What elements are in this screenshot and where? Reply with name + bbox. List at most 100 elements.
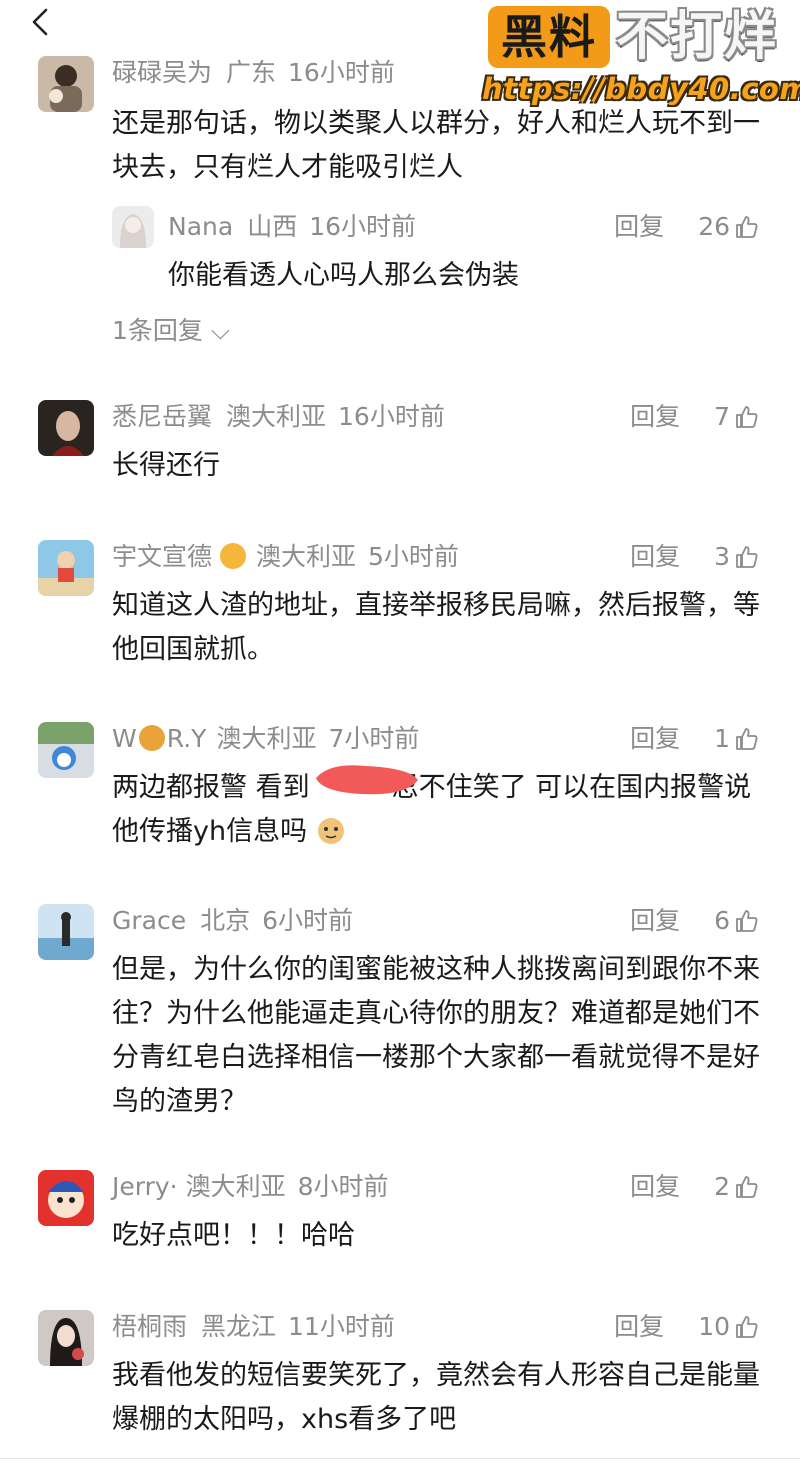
redaction-mark bbox=[316, 765, 418, 795]
username-part: R.Y bbox=[166, 724, 207, 753]
username-text: 宇文宣德 bbox=[112, 542, 213, 571]
comment-meta: Grace 北京 6小时前 bbox=[112, 904, 353, 938]
like-button[interactable]: 6 bbox=[714, 904, 760, 938]
avatar[interactable] bbox=[38, 722, 94, 778]
comment-meta: W R.Y 澳大利亚 7小时前 bbox=[112, 722, 419, 756]
like-button[interactable]: 26 bbox=[698, 210, 760, 244]
username[interactable]: 梧桐雨 bbox=[112, 1312, 187, 1341]
comment-text: 吃好点吧！！！哈哈 bbox=[112, 1220, 355, 1251]
comment-actions: 回复 1 bbox=[630, 722, 760, 756]
avatar[interactable] bbox=[38, 540, 94, 596]
comment-actions: 回复 2 bbox=[630, 1170, 760, 1204]
comment-actions: 回复 3 bbox=[630, 540, 760, 574]
comment-meta: 宇文宣德 澳大利亚 5小时前 bbox=[112, 540, 459, 574]
comment-text: 还是那句话，物以类聚人以群分，好人和烂人玩不到一块去，只有烂人才能吸引烂人 bbox=[112, 108, 760, 183]
username[interactable]: 宇文宣德 bbox=[112, 542, 246, 571]
thumbs-up-icon bbox=[736, 728, 758, 750]
thumbs-up-icon bbox=[736, 1176, 758, 1198]
comment-text: 长得还行 bbox=[112, 450, 220, 481]
avatar[interactable] bbox=[38, 904, 94, 960]
reply-button[interactable]: 回复 bbox=[630, 402, 680, 431]
region: 澳大利亚 bbox=[255, 542, 356, 571]
timestamp: 5小时前 bbox=[367, 542, 459, 571]
comment-actions: 回复 7 bbox=[630, 400, 760, 434]
thumbs-up-icon bbox=[736, 546, 758, 568]
comment-meta: 梧桐雨 黑龙江 11小时前 bbox=[112, 1310, 395, 1344]
username[interactable]: Jerry· bbox=[112, 1172, 178, 1201]
watermark-badge: 黑料 bbox=[488, 6, 610, 68]
timestamp: 16小时前 bbox=[338, 402, 445, 431]
chevron-down-icon: ⌵ bbox=[210, 316, 230, 345]
reply-region: 山西 bbox=[247, 212, 298, 241]
timestamp: 6小时前 bbox=[262, 906, 354, 935]
username-part: W bbox=[112, 724, 137, 753]
region: 澳大利亚 bbox=[226, 402, 327, 431]
like-count: 3 bbox=[714, 542, 730, 571]
thumbs-up-icon bbox=[736, 1316, 758, 1338]
comment-text: 知道这人渣的地址，直接举报移民局嘛，然后报警，等他回国就抓。 bbox=[112, 590, 760, 665]
like-count: 10 bbox=[698, 1312, 730, 1341]
region: 广东 bbox=[226, 58, 277, 87]
reply-meta: Nana 山西 16小时前 bbox=[168, 210, 416, 244]
expand-label: 1条回复 bbox=[112, 316, 203, 345]
region: 澳大利亚 bbox=[185, 1172, 286, 1201]
avatar[interactable] bbox=[38, 56, 94, 112]
comment-text: 我看他发的短信要笑死了，竟然会有人形容自己是能量爆棚的太阳吗，xhs看多了吧 bbox=[112, 1360, 760, 1435]
watermark-title: 不打烊 bbox=[616, 7, 779, 67]
doge-emoji-icon bbox=[316, 815, 346, 845]
reply-button[interactable]: 回复 bbox=[630, 906, 680, 935]
region: 黑龙江 bbox=[201, 1312, 277, 1341]
like-button[interactable]: 7 bbox=[714, 400, 760, 434]
timestamp: 8小时前 bbox=[297, 1172, 389, 1201]
reply-button[interactable]: 回复 bbox=[614, 212, 664, 241]
username[interactable]: 碌碌吴为 bbox=[112, 58, 212, 87]
reply-button[interactable]: 回复 bbox=[630, 1172, 680, 1201]
avatar[interactable] bbox=[38, 1310, 94, 1366]
username[interactable]: W R.Y bbox=[112, 724, 206, 753]
username[interactable]: 悉尼岳翼 bbox=[112, 402, 212, 431]
like-count: 26 bbox=[698, 212, 730, 241]
like-count: 1 bbox=[714, 724, 730, 753]
reply-text: 你能看透人心吗人那么会伪装 bbox=[168, 260, 519, 291]
reply-actions: 回复 26 bbox=[614, 210, 760, 244]
reply-button[interactable]: 回复 bbox=[614, 1312, 664, 1341]
sun-emoji-icon bbox=[219, 543, 246, 569]
comment-text: 但是，为什么你的闺蜜能被这种人挑拨离间到跟你不来往？为什么他能逼走真心待你的朋友… bbox=[112, 954, 760, 1117]
chevron-left-icon bbox=[32, 8, 48, 36]
timestamp: 7小时前 bbox=[328, 724, 420, 753]
avatar[interactable] bbox=[38, 1170, 94, 1226]
comment-meta: Jerry· 澳大利亚 8小时前 bbox=[112, 1170, 389, 1204]
comment-text-part: 两边都报警 看到 bbox=[112, 772, 310, 803]
divider bbox=[0, 1458, 800, 1459]
reply-button[interactable]: 回复 bbox=[630, 724, 680, 753]
watermark-url: https://bbdy40.com bbox=[482, 72, 800, 106]
comment-actions: 回复 6 bbox=[630, 904, 760, 938]
timestamp: 16小时前 bbox=[288, 58, 395, 87]
like-count: 2 bbox=[714, 1172, 730, 1201]
comment-meta: 碌碌吴为 广东 16小时前 bbox=[112, 56, 395, 90]
comment-meta: 悉尼岳翼 澳大利亚 16小时前 bbox=[112, 400, 445, 434]
username[interactable]: Grace bbox=[112, 906, 186, 935]
reply-timestamp: 16小时前 bbox=[309, 212, 417, 241]
like-button[interactable]: 10 bbox=[698, 1310, 760, 1344]
avatar[interactable] bbox=[38, 400, 94, 456]
like-button[interactable]: 1 bbox=[714, 722, 760, 756]
thumbs-up-icon bbox=[736, 406, 758, 428]
reply-username[interactable]: Nana bbox=[168, 212, 233, 241]
timestamp: 11小时前 bbox=[288, 1312, 395, 1341]
back-button[interactable] bbox=[22, 4, 62, 44]
comment-actions: 回复 10 bbox=[614, 1310, 760, 1344]
region: 北京 bbox=[200, 906, 251, 935]
like-count: 6 bbox=[714, 906, 730, 935]
thumbs-up-icon bbox=[736, 216, 758, 238]
lion-emoji-icon bbox=[138, 725, 165, 751]
region: 澳大利亚 bbox=[216, 724, 317, 753]
like-button[interactable]: 2 bbox=[714, 1170, 760, 1204]
reply-avatar[interactable] bbox=[112, 206, 154, 248]
like-count: 7 bbox=[714, 402, 730, 431]
expand-replies[interactable]: 1条回复 ⌵ bbox=[112, 314, 230, 348]
reply-button[interactable]: 回复 bbox=[630, 542, 680, 571]
watermark-logo: 黑料 不打烊 https://bbdy40.com bbox=[482, 6, 800, 106]
thumbs-up-icon bbox=[736, 910, 758, 932]
like-button[interactable]: 3 bbox=[714, 540, 760, 574]
